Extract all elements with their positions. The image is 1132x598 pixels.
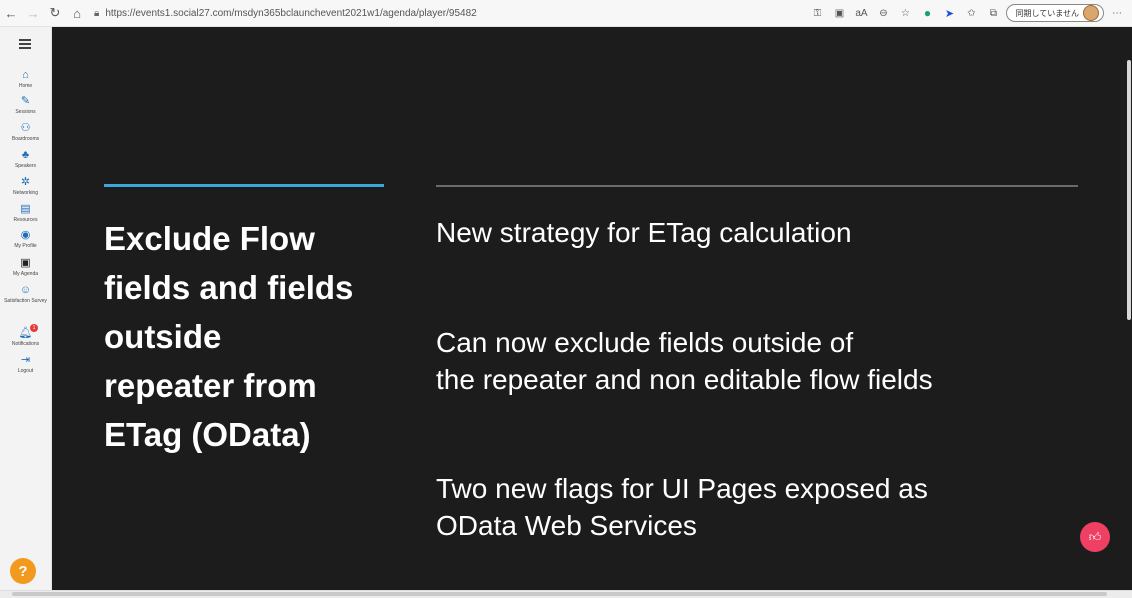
slide-point: New strategy for ETag calculation: [436, 217, 852, 248]
address-bar[interactable]: 🔒︎ https://events1.social27.com/msdyn365…: [94, 3, 808, 23]
sidebar-item-boardrooms[interactable]: ⚇ Boardrooms: [0, 122, 51, 143]
refresh-icon[interactable]: ↻: [44, 2, 66, 24]
pencil-icon: ✎: [20, 95, 31, 107]
sidebar-item-label: Notifications: [11, 341, 40, 347]
title-accent-line: [104, 184, 384, 187]
profile-icon: ◉: [20, 229, 31, 241]
sidebar-item-networking[interactable]: ✲ Networking: [0, 176, 51, 197]
sidebar-item-label: Home: [18, 83, 33, 89]
favorites-icon[interactable]: ✩: [962, 4, 980, 22]
favorite-add-icon[interactable]: ☆: [896, 4, 914, 22]
browser-tools: ⚿ ▣ aA ⊖ ☆ ● ➤ ✩ ⧉ 同期していません ⋯: [808, 4, 1126, 22]
sidebar-item-notifications[interactable]: 🔔︎ 1 Notifications: [0, 324, 51, 348]
sidebar-item-label: Satisfaction Survey: [4, 298, 47, 304]
extension-green-icon[interactable]: ●: [918, 4, 936, 22]
profile-sync-button[interactable]: 同期していません: [1006, 4, 1104, 22]
boardroom-icon: ⚇: [20, 122, 31, 134]
sidebar-item-my-agenda[interactable]: ▣ My Agenda: [0, 257, 51, 278]
back-icon[interactable]: ←: [0, 2, 22, 24]
sidebar-item-home[interactable]: ⌂ Home: [0, 69, 51, 90]
more-icon[interactable]: ⋯: [1108, 4, 1126, 22]
video-player[interactable]: Exclude Flow fields and fields outside r…: [52, 27, 1132, 590]
slide-point: Can now exclude fields outside of the re…: [436, 327, 933, 395]
slide-title: Exclude Flow fields and fields outside r…: [104, 220, 354, 453]
zoom-icon[interactable]: ⊖: [874, 4, 892, 22]
app-icon[interactable]: ▣: [830, 4, 848, 22]
extension-blue-icon[interactable]: ➤: [940, 4, 958, 22]
sidebar-item-label: Logout: [17, 368, 34, 374]
browser-toolbar: ← → ↻ ⌂ 🔒︎ https://events1.social27.com/…: [0, 0, 1132, 27]
notification-badge: 1: [30, 324, 38, 332]
home-browser-icon[interactable]: ⌂: [66, 2, 88, 24]
sync-label: 同期していません: [1015, 8, 1079, 18]
sidebar-item-label: Speakers: [14, 163, 37, 169]
content-divider-line: [436, 185, 1078, 187]
sidebar-item-satisfaction-survey[interactable]: ☺ Satisfaction Survey: [0, 284, 51, 305]
slide-point: Two new flags for UI Pages exposed as OD…: [436, 473, 928, 541]
sidebar-item-my-profile[interactable]: ◉ My Profile: [0, 229, 51, 250]
networking-icon: ✲: [20, 176, 31, 188]
sidebar-item-label: My Agenda: [12, 271, 39, 277]
collections-icon[interactable]: ⧉: [984, 4, 1002, 22]
avatar: [1083, 5, 1099, 21]
key-icon[interactable]: ⚿: [808, 4, 826, 22]
sidebar-item-speakers[interactable]: ♣ Speakers: [0, 149, 51, 170]
sidebar-item-label: Sessions: [15, 109, 36, 115]
logout-icon: ⇥: [20, 354, 31, 366]
sidebar-item-logout[interactable]: ⇥ Logout: [0, 354, 51, 375]
sidebar: ⌂ Home ✎ Sessions ⚇ Boardrooms ♣ Speaker…: [0, 27, 52, 597]
lock-icon: 🔒︎: [94, 7, 100, 19]
like-button[interactable]: 👍︎: [1080, 522, 1110, 552]
thumbs-up-icon: 👍︎: [1088, 529, 1102, 544]
scrollbar-thumb[interactable]: [12, 592, 1107, 596]
address-url: https://events1.social27.com/msdyn365bcl…: [105, 7, 477, 19]
read-aloud-icon[interactable]: aA: [852, 4, 870, 22]
resources-icon: ▤: [20, 203, 31, 215]
forward-icon[interactable]: →: [22, 2, 44, 24]
sidebar-item-label: Resources: [13, 217, 38, 223]
sidebar-item-label: Boardrooms: [11, 136, 40, 142]
help-button[interactable]: ?: [10, 558, 36, 584]
speaker-icon: ♣: [21, 149, 30, 161]
calendar-icon: ▣: [20, 257, 31, 269]
sidebar-item-sessions[interactable]: ✎ Sessions: [0, 95, 51, 116]
sidebar-item-label: My Profile: [14, 243, 37, 249]
survey-icon: ☺: [19, 284, 32, 296]
hamburger-menu-icon[interactable]: [19, 39, 31, 49]
home-icon: ⌂: [22, 69, 29, 81]
sidebar-item-resources[interactable]: ▤ Resources: [0, 203, 51, 224]
sidebar-item-label: Networking: [12, 190, 38, 196]
vertical-scrollbar[interactable]: [1127, 60, 1131, 320]
